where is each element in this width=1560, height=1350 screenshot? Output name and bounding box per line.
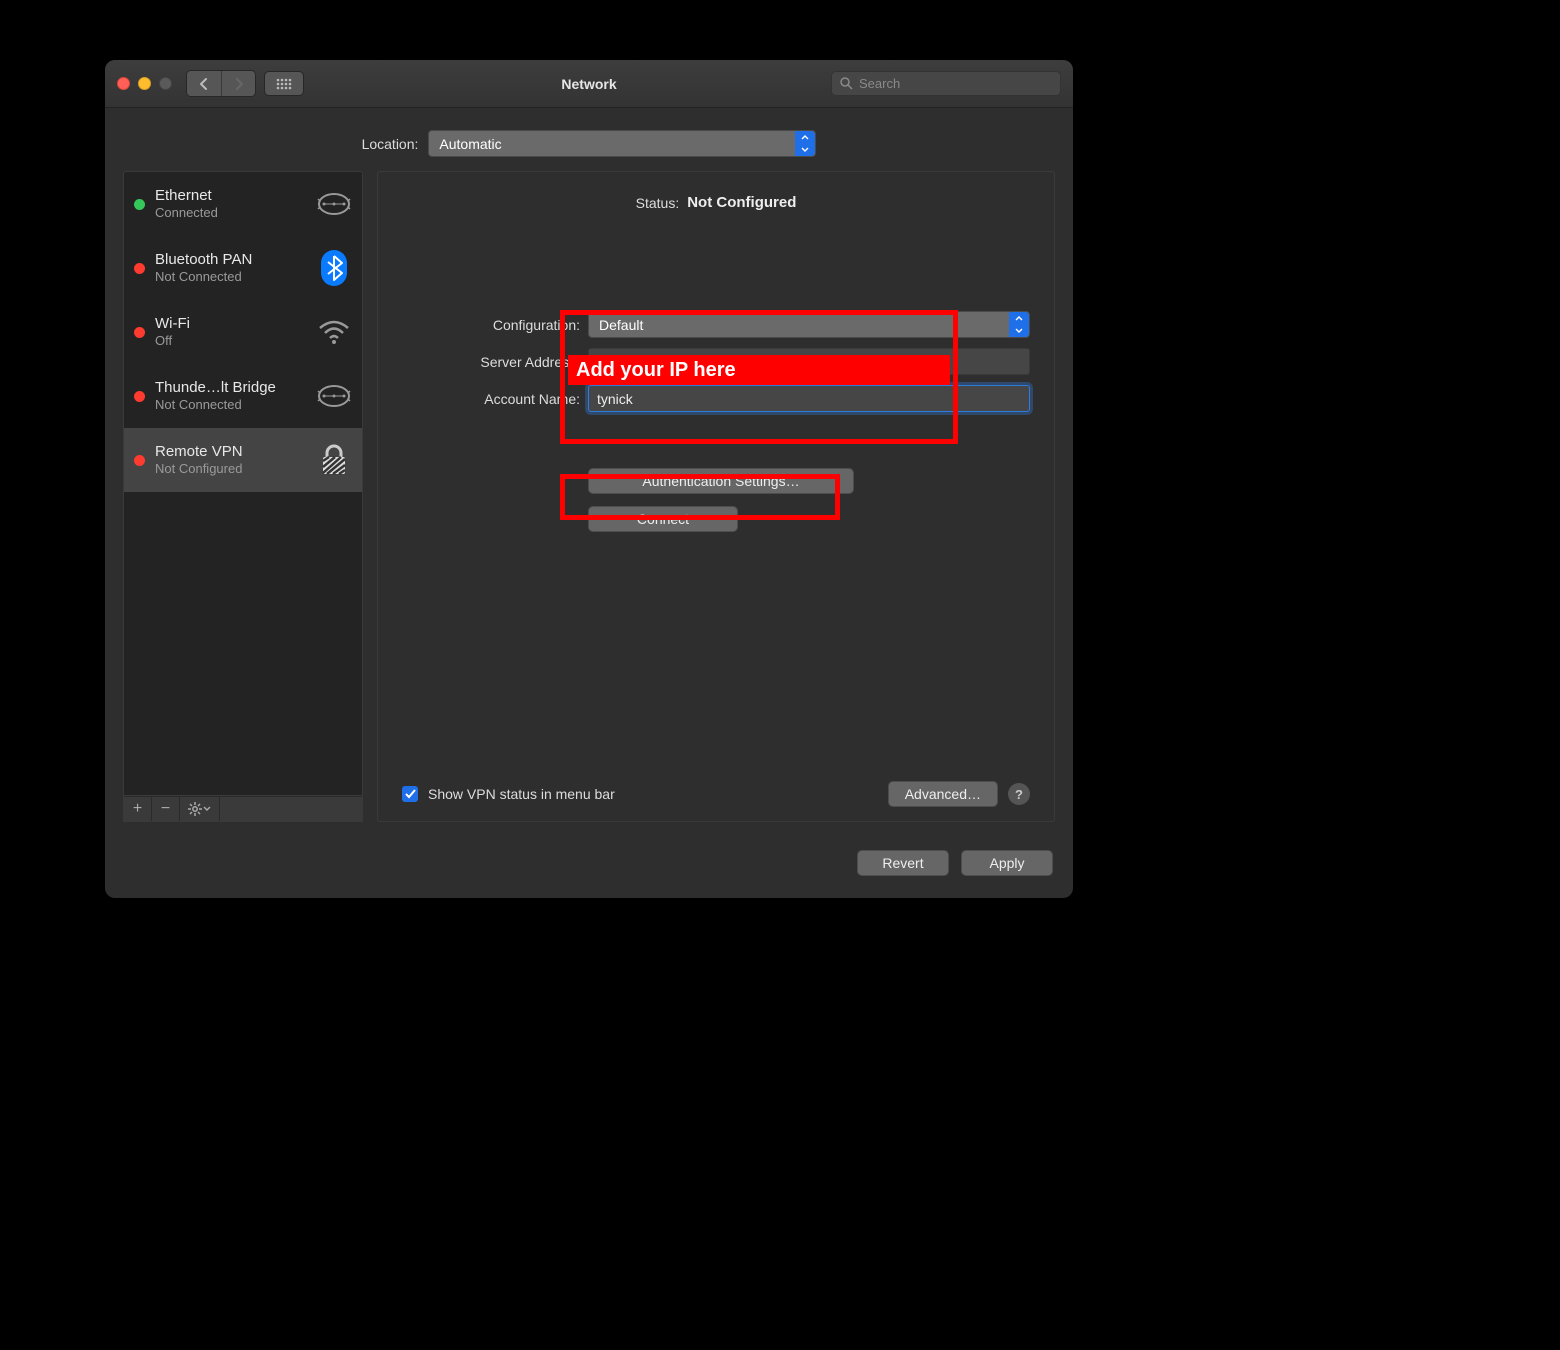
sidebar-item-bluetooth-pan[interactable]: Bluetooth PAN Not Connected xyxy=(124,236,362,300)
detail-panel: Status: Not Configured Configuration: De… xyxy=(377,171,1055,822)
sidebar-item-name: Remote VPN xyxy=(155,443,306,461)
titlebar: Network xyxy=(105,60,1073,108)
lock-icon xyxy=(316,442,352,478)
sidebar-item-wifi[interactable]: Wi-Fi Off xyxy=(124,300,362,364)
network-preferences-window: Network Location: Automatic Ethernet xyxy=(105,60,1073,898)
nav-segment xyxy=(186,70,256,97)
status-value: Not Configured xyxy=(687,194,796,211)
ethernet-icon xyxy=(316,378,352,414)
interface-actions-button[interactable] xyxy=(180,797,220,821)
search-field[interactable] xyxy=(831,71,1061,96)
sidebar-item-name: Bluetooth PAN xyxy=(155,251,306,269)
status-row: Status: Not Configured xyxy=(402,194,1030,211)
show-all-button[interactable] xyxy=(264,71,304,96)
window-title: Network xyxy=(561,76,616,92)
apply-button[interactable]: Apply xyxy=(961,850,1053,876)
authentication-settings-button[interactable]: Authentication Settings… xyxy=(588,468,854,494)
sidebar-item-thunderbolt-bridge[interactable]: Thunde…lt Bridge Not Connected xyxy=(124,364,362,428)
bluetooth-icon xyxy=(316,250,352,286)
help-button[interactable]: ? xyxy=(1008,783,1030,805)
search-input[interactable] xyxy=(859,76,1052,91)
show-vpn-status-checkbox[interactable] xyxy=(402,786,418,802)
sidebar-item-status: Not Connected xyxy=(155,269,306,285)
revert-button[interactable]: Revert xyxy=(857,850,949,876)
window-controls xyxy=(117,77,172,90)
annotation-ip-overlay: Add your IP here xyxy=(568,355,950,385)
server-address-label: Server Address: xyxy=(402,354,580,370)
chevron-down-icon xyxy=(203,806,211,812)
status-dot-icon xyxy=(134,199,145,210)
gear-icon xyxy=(188,802,202,816)
ethernet-icon xyxy=(316,186,352,222)
configuration-row: Configuration: Default xyxy=(402,311,1030,338)
zoom-window-button[interactable] xyxy=(159,77,172,90)
main-area: Ethernet Connected Bluetooth PAN Not Con… xyxy=(105,171,1073,832)
sidebar-column: Ethernet Connected Bluetooth PAN Not Con… xyxy=(123,171,363,822)
sidebar-item-remote-vpn[interactable]: Remote VPN Not Configured xyxy=(124,428,362,492)
sidebar-footer: + − xyxy=(123,796,363,822)
configuration-value: Default xyxy=(599,317,643,333)
connect-button-row: Connect xyxy=(402,506,1030,532)
sidebar-item-status: Not Connected xyxy=(155,397,306,413)
status-dot-icon xyxy=(134,391,145,402)
configuration-label: Configuration: xyxy=(402,317,580,333)
advanced-button[interactable]: Advanced… xyxy=(888,781,998,807)
wifi-icon xyxy=(316,314,352,350)
configuration-select[interactable]: Default xyxy=(588,311,1030,338)
back-button[interactable] xyxy=(187,71,221,96)
sidebar-item-status: Connected xyxy=(155,205,306,221)
select-stepper-icon xyxy=(1009,312,1029,337)
sidebar-item-name: Ethernet xyxy=(155,187,306,205)
account-name-row: Account Name: xyxy=(402,385,1030,412)
minimize-window-button[interactable] xyxy=(138,77,151,90)
location-row: Location: Automatic xyxy=(105,108,1073,171)
location-select[interactable]: Automatic xyxy=(428,130,816,157)
sidebar-item-name: Thunde…lt Bridge xyxy=(155,379,306,397)
window-footer: Revert Apply xyxy=(105,832,1073,898)
sidebar-item-status: Off xyxy=(155,333,306,349)
close-window-button[interactable] xyxy=(117,77,130,90)
search-icon xyxy=(840,77,853,90)
check-icon xyxy=(405,789,416,799)
connect-button[interactable]: Connect xyxy=(588,506,738,532)
sidebar-item-name: Wi-Fi xyxy=(155,315,306,333)
remove-interface-button[interactable]: − xyxy=(152,797,180,821)
status-dot-icon xyxy=(134,263,145,274)
panel-footer: Show VPN status in menu bar Advanced… ? xyxy=(402,771,1030,807)
interface-list: Ethernet Connected Bluetooth PAN Not Con… xyxy=(123,171,363,796)
auth-button-row: Authentication Settings… xyxy=(402,468,1030,494)
status-label: Status: xyxy=(636,195,680,211)
add-interface-button[interactable]: + xyxy=(124,797,152,821)
forward-button[interactable] xyxy=(221,71,255,96)
account-name-label: Account Name: xyxy=(402,391,580,407)
annotation-ip-text: Add your IP here xyxy=(576,359,736,382)
select-stepper-icon xyxy=(795,131,815,156)
location-value: Automatic xyxy=(439,136,501,152)
show-vpn-status-label: Show VPN status in menu bar xyxy=(428,786,615,802)
status-dot-icon xyxy=(134,327,145,338)
status-dot-icon xyxy=(134,455,145,466)
sidebar-item-status: Not Configured xyxy=(155,461,306,477)
sidebar-item-ethernet[interactable]: Ethernet Connected xyxy=(124,172,362,236)
location-label: Location: xyxy=(362,136,419,152)
account-name-field[interactable] xyxy=(588,385,1030,412)
